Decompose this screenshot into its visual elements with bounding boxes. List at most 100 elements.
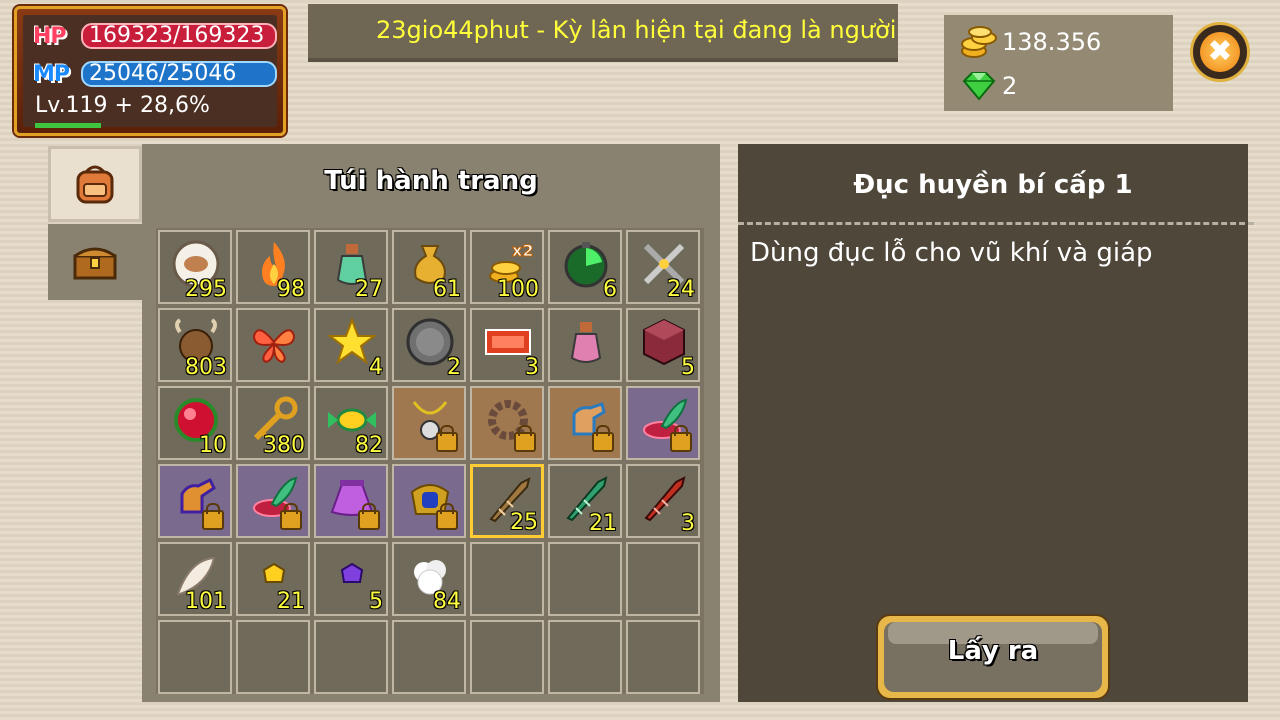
inventory-panel: Túi hành trang 295 98 27 61 x2 100 6 24 803 4 2 3 5 1…	[142, 144, 720, 702]
inventory-slot-empty[interactable]	[548, 542, 622, 616]
item-quantity: 98	[277, 277, 305, 302]
inventory-slot[interactable]: 3	[626, 464, 700, 538]
inventory-slot-empty[interactable]	[236, 620, 310, 694]
item-quantity: 380	[263, 433, 305, 458]
inventory-slot[interactable]	[548, 386, 622, 460]
player-stats-panel: HP 169323/169323 MP 25046/25046 Lv.119 +…	[14, 6, 286, 136]
level-text: Lv.119 + 28,6%	[35, 93, 210, 118]
inventory-slot[interactable]	[392, 386, 466, 460]
lock-icon	[358, 503, 380, 530]
close-button[interactable]: ✖	[1190, 22, 1250, 82]
inventory-slot[interactable]: 6	[548, 230, 622, 304]
lock-icon	[592, 425, 614, 452]
currency-panel: 138.356 2	[944, 15, 1173, 111]
inventory-slot[interactable]	[158, 464, 232, 538]
inventory-slot[interactable]	[626, 386, 700, 460]
item-quantity: 295	[185, 277, 227, 302]
inventory-slot[interactable]	[314, 464, 388, 538]
lock-icon	[670, 425, 692, 452]
inventory-slot[interactable]: 5	[314, 542, 388, 616]
inventory-slot[interactable]: 380	[236, 386, 310, 460]
inventory-slot-empty[interactable]	[548, 620, 622, 694]
item-name: Đục huyền bí cấp 1	[853, 170, 1133, 200]
inventory-slot[interactable]	[236, 308, 310, 382]
inventory-slot[interactable]: 803	[158, 308, 232, 382]
gem-row: 2	[960, 69, 1017, 103]
inventory-slot[interactable]	[392, 464, 466, 538]
mp-bar: 25046/25046	[81, 61, 277, 87]
inventory-title: Túi hành trang	[324, 166, 538, 196]
item-quantity: 3	[681, 511, 695, 536]
inventory-slot[interactable]	[470, 386, 544, 460]
treasure-chest-icon	[73, 247, 117, 280]
take-out-button-label: Lấy ra	[947, 636, 1039, 666]
hp-row: HP 169323/169323	[33, 23, 277, 49]
item-quantity: 61	[433, 277, 461, 302]
item-quantity: 101	[185, 589, 227, 614]
inventory-slot[interactable]: 10	[158, 386, 232, 460]
green-gem-icon	[960, 69, 998, 103]
inventory-slot[interactable]: 4	[314, 308, 388, 382]
item-quantity: 21	[589, 511, 617, 536]
inventory-slot-empty[interactable]	[626, 542, 700, 616]
mp-label: MP	[33, 61, 70, 87]
close-icon: ✖	[1200, 32, 1240, 72]
inventory-slot-empty[interactable]	[314, 620, 388, 694]
tab-bag[interactable]	[48, 146, 142, 222]
take-out-button[interactable]: Lấy ra	[876, 614, 1110, 700]
gold-amount: 138.356	[1002, 28, 1102, 56]
item-quantity: 6	[603, 277, 617, 302]
item-quantity: 5	[369, 589, 383, 614]
inventory-slot[interactable]: 3	[470, 308, 544, 382]
inventory-slot[interactable]: 24	[626, 230, 700, 304]
inventory-slot[interactable]	[236, 464, 310, 538]
inventory-slot-empty[interactable]	[392, 620, 466, 694]
inventory-slot[interactable]: 98	[236, 230, 310, 304]
notice-banner: 23gio44phut - Kỳ lân hiện tại đang là ng…	[308, 4, 898, 62]
inventory-slot[interactable]: 5	[626, 308, 700, 382]
inventory-slot[interactable]: 21	[236, 542, 310, 616]
item-quantity: 2	[447, 355, 461, 380]
inventory-slot[interactable]: 21	[548, 464, 622, 538]
notice-text: 23gio44phut - Kỳ lân hiện tại đang là ng…	[376, 16, 898, 44]
item-description: Dùng đục lỗ cho vũ khí và giáp	[750, 238, 1153, 268]
inventory-slot[interactable]: 27	[314, 230, 388, 304]
tab-chest[interactable]	[48, 224, 142, 300]
inventory-slot[interactable]: 82	[314, 386, 388, 460]
inventory-slot[interactable]: 295	[158, 230, 232, 304]
item-quantity: 803	[185, 355, 227, 380]
item-quantity: 24	[667, 277, 695, 302]
item-quantity: 27	[355, 277, 383, 302]
inventory-slot-empty[interactable]	[158, 620, 232, 694]
butterfly-icon	[248, 316, 300, 368]
inventory-slot[interactable]: x2 100	[470, 230, 544, 304]
pink-potion-icon	[560, 316, 612, 368]
inventory-slot[interactable]: 25	[470, 464, 544, 538]
inventory-slot[interactable]	[548, 308, 622, 382]
inventory-slot-empty[interactable]	[470, 542, 544, 616]
item-quantity: 4	[369, 355, 383, 380]
item-quantity: 21	[277, 589, 305, 614]
backpack-icon	[76, 165, 114, 204]
inventory-slot-empty[interactable]	[470, 620, 544, 694]
hp-bar: 169323/169323	[81, 23, 277, 49]
inventory-slot[interactable]: 2	[392, 308, 466, 382]
gold-row: 138.356	[960, 25, 1101, 59]
gem-amount: 2	[1002, 72, 1018, 100]
inventory-slot[interactable]: 101	[158, 542, 232, 616]
item-quantity: 10	[199, 433, 227, 458]
hp-label: HP	[33, 23, 67, 49]
inventory-slot[interactable]: 61	[392, 230, 466, 304]
divider	[738, 222, 1254, 225]
gold-coins-icon	[960, 25, 998, 59]
inventory-slot-empty[interactable]	[626, 620, 700, 694]
item-quantity: 84	[433, 589, 461, 614]
mp-row: MP 25046/25046	[33, 61, 277, 87]
inventory-slot[interactable]: 84	[392, 542, 466, 616]
lock-icon	[436, 425, 458, 452]
item-quantity: 82	[355, 433, 383, 458]
inventory-grid: 295 98 27 61 x2 100 6 24 803 4 2 3 5 10 380 82 25 21 3 101 2…	[156, 228, 704, 694]
lock-icon	[280, 503, 302, 530]
lock-icon	[436, 503, 458, 530]
item-quantity: 5	[681, 355, 695, 380]
